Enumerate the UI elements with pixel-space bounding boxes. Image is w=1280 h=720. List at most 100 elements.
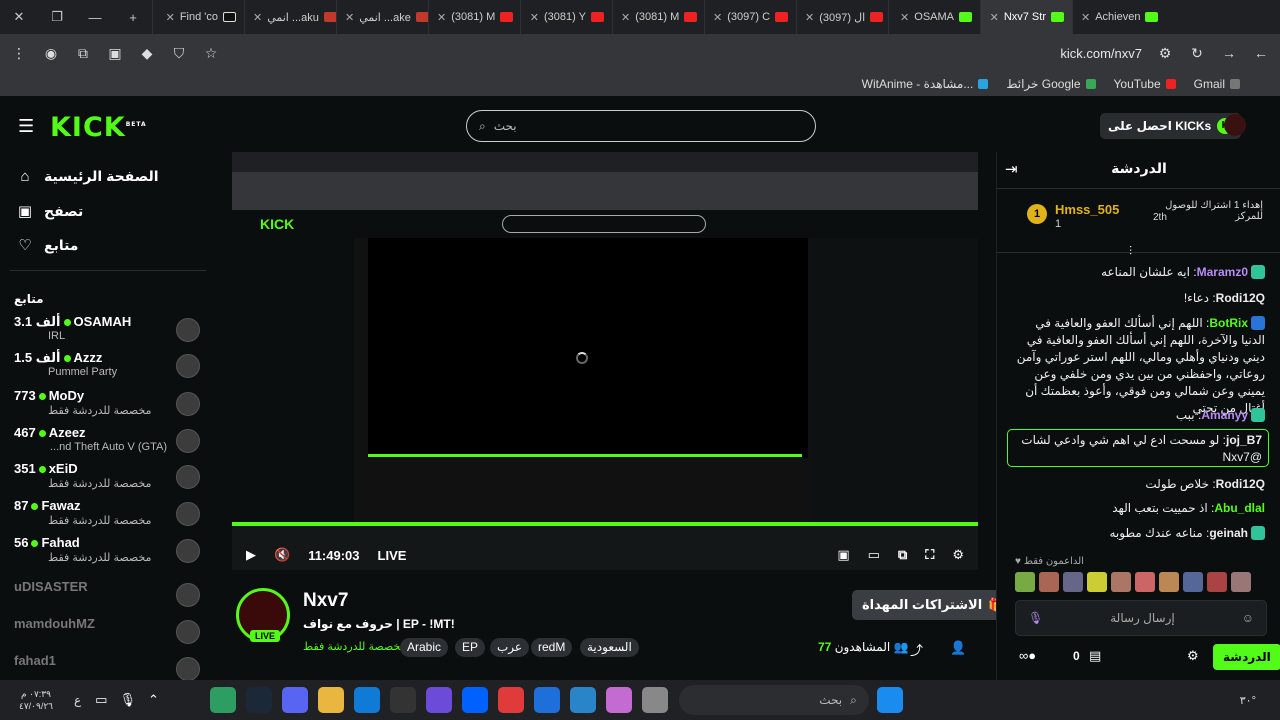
close-window-icon[interactable]: ✕ xyxy=(0,9,38,25)
epic-games-icon[interactable] xyxy=(389,687,416,713)
nav-browse[interactable]: تصفح ▣ xyxy=(16,202,206,221)
play-icon[interactable]: ▶ xyxy=(246,547,256,563)
browser-tab[interactable]: ✕ (3097) ال xyxy=(796,0,888,34)
progress-bar[interactable] xyxy=(232,522,978,526)
close-tab-icon[interactable]: ✕ xyxy=(990,11,999,24)
get-kicks-button[interactable]: احصل على KICKsK xyxy=(1100,113,1242,139)
browser-tab[interactable]: ✕ Find 'co xyxy=(152,0,244,34)
chat-send-button[interactable]: الدردشة xyxy=(1213,644,1280,670)
close-tab-icon[interactable]: ✕ xyxy=(437,11,446,24)
close-tab-icon[interactable]: ✕ xyxy=(900,11,909,24)
tag[interactable]: redM xyxy=(531,638,573,657)
close-tab-icon[interactable]: ✕ xyxy=(1081,11,1090,24)
nav-home[interactable]: الصفحة الرئيسية ⌂ xyxy=(16,168,206,185)
app-icon[interactable] xyxy=(425,687,452,713)
browser-tab-active[interactable]: ✕ Nxv7 Str xyxy=(980,0,1072,34)
channel-item-offline[interactable]: mamdouhMZ xyxy=(14,616,200,652)
channel-item-offline[interactable]: uDISASTER xyxy=(14,579,200,615)
stream-category[interactable]: مخصصة للدردشة فقط xyxy=(303,640,406,653)
url-field[interactable]: kick.com/nxv7 xyxy=(1060,46,1142,61)
bookmark-youtube[interactable]: YouTube xyxy=(1114,77,1176,91)
menu-icon[interactable]: ☰ xyxy=(18,116,34,137)
channel-item[interactable]: 351 xEiD مخصصة للدردشة فقط xyxy=(14,461,200,497)
emote[interactable] xyxy=(1135,572,1155,592)
browser-tab[interactable]: ✕ انمي ...aku xyxy=(244,0,336,34)
browser-tab[interactable]: ✕ (3081) M xyxy=(612,0,704,34)
app-icon[interactable] xyxy=(209,687,236,713)
chrome-icon[interactable] xyxy=(317,687,344,713)
bookmark-witanime[interactable]: WitAnime - مشاهدة... xyxy=(862,77,989,91)
close-tab-icon[interactable]: ✕ xyxy=(805,11,814,24)
channel-item[interactable]: 3.1 ألف OSAMAH IRL xyxy=(14,314,200,350)
emote[interactable] xyxy=(1015,572,1035,592)
close-tab-icon[interactable]: ✕ xyxy=(166,11,175,24)
bookmark-maps[interactable]: خرائط Google xyxy=(1006,77,1096,91)
user-avatar[interactable] xyxy=(1224,114,1246,136)
extension-icon[interactable]: ◉ xyxy=(42,45,60,62)
channel-item[interactable]: 773 MoDy مخصصة للدردشة فقط xyxy=(14,388,200,424)
steam-icon[interactable] xyxy=(245,687,272,713)
close-tab-icon[interactable]: ✕ xyxy=(345,11,354,24)
kick-logo[interactable]: KICKBETA xyxy=(50,112,147,143)
taskbar-search[interactable]: بحث ⌕ xyxy=(678,685,869,715)
tag[interactable]: EP xyxy=(455,638,486,657)
channel-item[interactable]: 87 Fawaz مخصصة للدردشة فقط xyxy=(14,498,200,534)
site-settings-icon[interactable]: ⚙ xyxy=(1156,45,1174,62)
theater-icon[interactable]: ▭ xyxy=(868,547,880,563)
clock[interactable]: ٠٧:٣٩ م ٤٧/٠٩/٢٦ xyxy=(6,688,66,712)
search-input[interactable]: ⌕ بحث xyxy=(466,110,816,142)
browser-tab[interactable]: ✕ (3081) Y xyxy=(520,0,612,34)
battery-icon[interactable]: ▭ xyxy=(95,692,107,708)
mic-icon[interactable]: 🎙 xyxy=(1028,611,1043,625)
restore-window-icon[interactable]: ❐ xyxy=(38,9,76,25)
share-icon[interactable]: ⤴ xyxy=(910,640,923,659)
task-view-icon[interactable] xyxy=(641,687,668,713)
puzzle-icon[interactable]: ⧉ xyxy=(74,45,92,62)
shield-icon[interactable]: ⛉ xyxy=(170,45,188,62)
mute-icon[interactable]: 🔇 xyxy=(274,547,290,563)
tag[interactable]: عرب xyxy=(490,638,530,657)
extension-icon[interactable]: ▣ xyxy=(106,45,124,62)
browser-tab[interactable]: ✕ (3097) C xyxy=(704,0,796,34)
close-tab-icon[interactable]: ✕ xyxy=(621,11,630,24)
fullscreen-icon[interactable]: ⛶ xyxy=(925,547,934,563)
pip-icon[interactable]: ⧉ xyxy=(898,547,907,563)
forward-icon[interactable]: → xyxy=(1220,45,1238,61)
nav-following[interactable]: متابع ♡ xyxy=(16,236,206,255)
emote[interactable] xyxy=(1159,572,1179,592)
copilot-icon[interactable] xyxy=(605,687,632,713)
new-tab-icon[interactable]: + xyxy=(114,10,152,25)
windows-start-icon[interactable] xyxy=(876,687,903,713)
emote[interactable] xyxy=(1183,572,1203,592)
browser-tab[interactable]: ✕ Achieven xyxy=(1072,0,1164,34)
emote[interactable] xyxy=(1231,572,1251,592)
tag[interactable]: السعودية xyxy=(580,638,639,657)
browser-tab[interactable]: ✕ OSAMA xyxy=(888,0,980,34)
keyboard-language[interactable]: ع xyxy=(74,693,81,707)
chat-input[interactable]: 🎙 إرسال رسالة ☺ xyxy=(1015,600,1267,636)
emote[interactable] xyxy=(1063,572,1083,592)
weather-temp[interactable]: ٣٠° xyxy=(1240,694,1256,707)
channel-item[interactable]: 1.5 ألف Azzz Pummel Party xyxy=(14,350,200,386)
emote[interactable] xyxy=(1207,572,1227,592)
emote[interactable] xyxy=(1039,572,1059,592)
emote[interactable] xyxy=(1111,572,1131,592)
browser-tab[interactable]: ✕ انمي ...ake xyxy=(336,0,428,34)
follow-icon[interactable]: 👤 xyxy=(950,640,966,656)
close-tab-icon[interactable]: ✕ xyxy=(253,11,262,24)
discord-icon[interactable] xyxy=(281,687,308,713)
bookmark-star-icon[interactable]: ☆ xyxy=(202,45,220,62)
bookmark-gmail[interactable]: Gmail xyxy=(1194,77,1240,91)
dropbox-icon[interactable] xyxy=(461,687,488,713)
video-player[interactable]: KICK xyxy=(232,152,978,570)
emoji-icon[interactable]: ☺ xyxy=(1242,611,1254,625)
mic-icon[interactable]: 🎙 xyxy=(119,692,136,708)
emote[interactable] xyxy=(1087,572,1107,592)
clip-icon[interactable]: ▣ xyxy=(837,547,849,563)
back-icon[interactable]: ← xyxy=(1252,45,1270,61)
minimize-window-icon[interactable]: — xyxy=(76,10,114,25)
menu-dots-icon[interactable]: ⋮ xyxy=(10,45,28,62)
shop-icon[interactable]: ▤ xyxy=(1089,648,1101,664)
chevron-up-icon[interactable]: ⌃ xyxy=(148,692,159,708)
channel-item[interactable]: 467 Azeez ...nd Theft Auto V (GTA) xyxy=(14,425,200,461)
